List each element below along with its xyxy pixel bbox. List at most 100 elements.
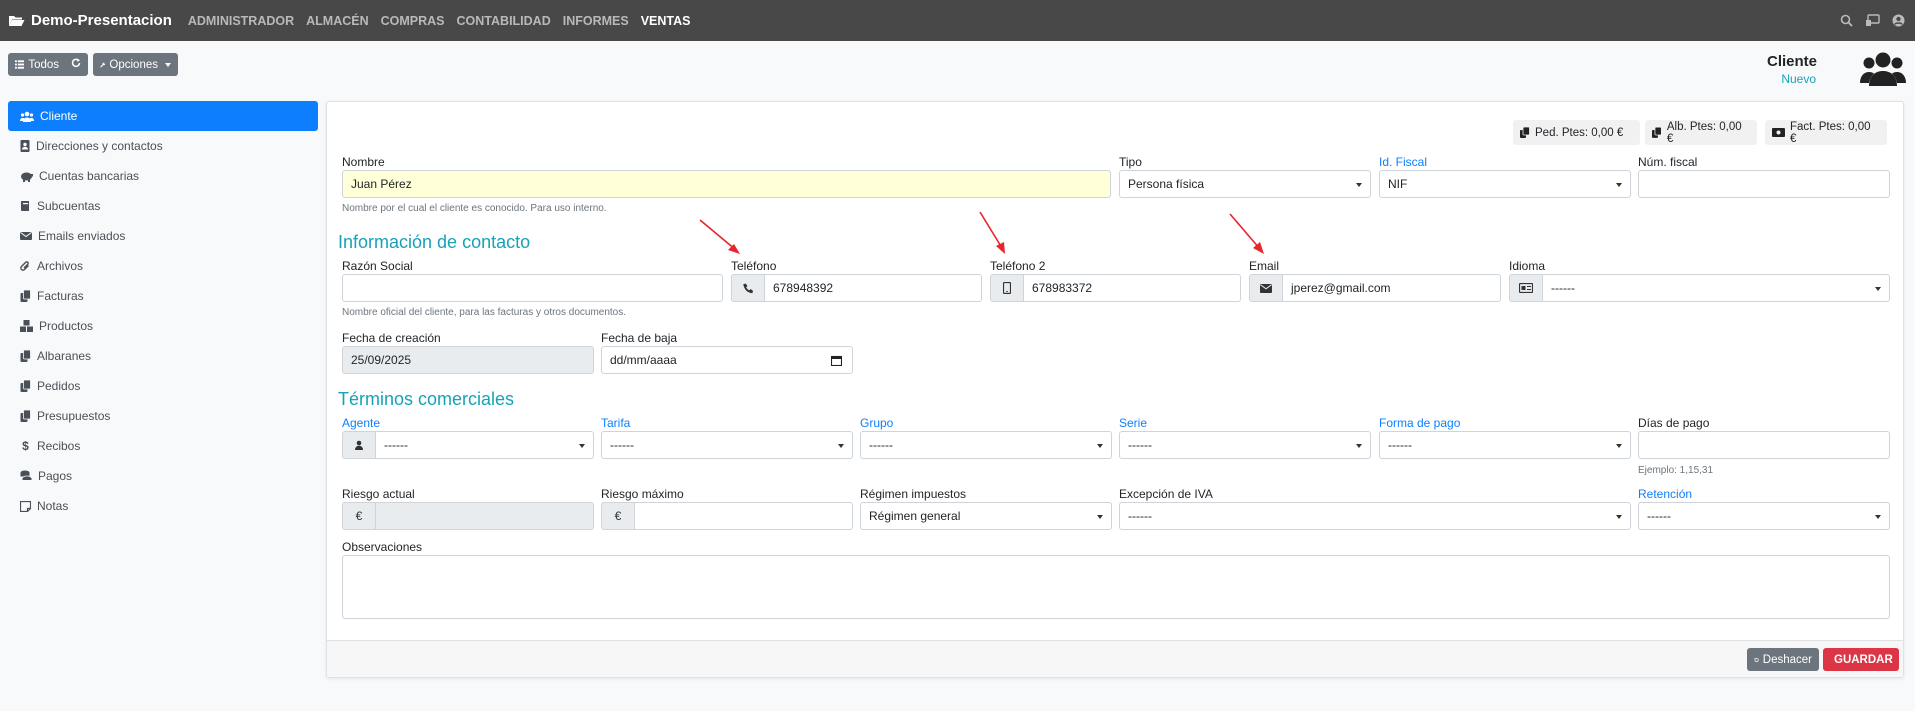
sidebar-item-direcciones[interactable]: Direcciones y contactos — [8, 131, 318, 161]
user-circle-icon[interactable] — [1892, 14, 1905, 27]
sidebar-item-productos[interactable]: Productos — [8, 311, 318, 341]
envelope-icon — [20, 232, 32, 240]
retencion-select[interactable]: ------ — [1638, 502, 1890, 530]
pending-delivery-notes-badge[interactable]: Alb. Ptes: 0,00 € — [1645, 120, 1757, 145]
fecha-baja-label: Fecha de baja — [601, 331, 678, 345]
agente-label[interactable]: Agente — [342, 416, 380, 430]
nav-item-administrador[interactable]: ADMINISTRADOR — [188, 14, 294, 28]
serie-label[interactable]: Serie — [1119, 416, 1147, 430]
remote-icon[interactable] — [1865, 14, 1880, 27]
dias-pago-input[interactable] — [1638, 431, 1890, 459]
excepcion-iva-label: Excepción de IVA — [1119, 487, 1213, 501]
nav-item-ventas[interactable]: VENTAS — [641, 14, 691, 28]
copy-icon — [20, 290, 31, 302]
pending-orders-badge[interactable]: Ped. Ptes: 0,00 € — [1513, 120, 1640, 145]
sidebar-item-label: Presupuestos — [37, 409, 111, 423]
sidebar-item-notas[interactable]: Notas — [8, 491, 318, 521]
riesgo-maximo-input[interactable] — [635, 502, 853, 530]
riesgo-maximo-label: Riesgo máximo — [601, 487, 684, 501]
observaciones-textarea[interactable] — [342, 555, 1890, 619]
pending-invoices-badge[interactable]: Fact. Ptes: 0,00 € — [1765, 120, 1887, 145]
sidebar-item-emails-enviados[interactable]: Emails enviados — [8, 221, 318, 251]
riesgo-actual-label: Riesgo actual — [342, 487, 415, 501]
annotation-arrow — [699, 219, 740, 254]
telefono-input[interactable]: 678948392 — [765, 274, 982, 302]
nav-item-compras[interactable]: COMPRAS — [381, 14, 445, 28]
save-button[interactable]: GUARDAR — [1823, 648, 1899, 671]
sidebar-item-subcuentas[interactable]: Subcuentas — [8, 191, 318, 221]
all-records-button[interactable]: Todos — [8, 53, 88, 76]
money-bill-icon — [1772, 128, 1785, 137]
copy-icon — [1520, 127, 1530, 138]
agente-select[interactable]: ------ — [376, 431, 594, 459]
sidebar-item-label: Productos — [39, 319, 94, 333]
cubes-icon — [20, 320, 33, 332]
num-fiscal-input[interactable] — [1638, 170, 1890, 198]
save-label: GUARDAR — [1834, 653, 1893, 666]
sidebar-item-presupuestos[interactable]: Presupuestos — [8, 401, 318, 431]
id-fiscal-label[interactable]: Id. Fiscal — [1379, 155, 1427, 169]
dias-pago-label: Días de pago — [1638, 416, 1710, 430]
page-subtitle: Nuevo — [1781, 72, 1816, 86]
regimen-select[interactable]: Régimen general — [860, 502, 1112, 530]
nav-icons — [1840, 0, 1905, 41]
annotation-arrow — [979, 211, 1005, 254]
sidebar-item-pagos[interactable]: Pagos — [8, 461, 318, 491]
sidebar-item-archivos[interactable]: Archivos — [8, 251, 318, 281]
idioma-label: Idioma — [1509, 259, 1546, 273]
nombre-input[interactable]: Juan Pérez — [342, 170, 1111, 198]
copy-icon — [20, 380, 31, 392]
caret-down-icon — [165, 62, 171, 67]
sidebar-item-pedidos[interactable]: Pedidos — [8, 371, 318, 401]
pending-delivery-notes-text: Alb. Ptes: 0,00 € — [1666, 120, 1742, 145]
sidebar-item-albaranes[interactable]: Albaranes — [8, 341, 318, 371]
app-brand[interactable]: Demo-Presentacion — [8, 12, 172, 29]
forma-pago-label[interactable]: Forma de pago — [1379, 416, 1460, 430]
euro-addon: € — [601, 502, 635, 530]
sidebar-item-cuentas-bancarias[interactable]: Cuentas bancarias — [8, 161, 318, 191]
sidebar-item-facturas[interactable]: Facturas — [8, 281, 318, 311]
sidebar-item-label: Direcciones y contactos — [36, 139, 163, 153]
telefono2-input[interactable]: 678983372 — [1024, 274, 1241, 302]
options-label: Opciones — [109, 58, 158, 71]
paperclip-icon — [20, 261, 29, 271]
copy-icon — [1652, 127, 1662, 138]
sticky-note-icon — [20, 500, 31, 512]
tarifa-select[interactable]: ------ — [601, 431, 853, 459]
email-input[interactable]: jperez@gmail.com — [1283, 274, 1501, 302]
phone-icon — [731, 274, 765, 302]
sidebar-item-recibos[interactable]: $ Recibos — [8, 431, 318, 461]
nav-item-informes[interactable]: INFORMES — [563, 14, 629, 28]
envelope-icon — [1249, 274, 1283, 302]
options-button[interactable]: Opciones — [93, 53, 178, 76]
razon-social-input[interactable] — [342, 274, 723, 302]
nombre-label: Nombre — [342, 155, 385, 169]
retencion-label[interactable]: Retención — [1638, 487, 1692, 501]
tarifa-label[interactable]: Tarifa — [601, 416, 630, 430]
grupo-label[interactable]: Grupo — [860, 416, 893, 430]
euro-addon: € — [342, 502, 376, 530]
sidebar: Cliente Direcciones y contactos Cuentas … — [8, 101, 318, 521]
serie-select[interactable]: ------ — [1119, 431, 1371, 459]
nav-item-contabilidad[interactable]: CONTABILIDAD — [457, 14, 551, 28]
forma-pago-select[interactable]: ------ — [1379, 431, 1631, 459]
fecha-creacion-label: Fecha de creación — [342, 331, 441, 345]
address-book-icon — [20, 140, 30, 152]
razon-social-label: Razón Social — [342, 259, 413, 273]
calendar-icon[interactable] — [830, 355, 843, 369]
search-icon[interactable] — [1840, 14, 1853, 27]
undo-button[interactable]: Deshacer — [1747, 648, 1819, 671]
regimen-label: Régimen impuestos — [860, 487, 967, 501]
email-label: Email — [1249, 259, 1280, 273]
idioma-select[interactable]: ------ — [1543, 274, 1890, 302]
grupo-select[interactable]: ------ — [860, 431, 1112, 459]
observaciones-label: Observaciones — [342, 540, 423, 554]
id-fiscal-select[interactable]: NIF — [1379, 170, 1631, 198]
sidebar-item-cliente[interactable]: Cliente — [8, 101, 318, 131]
tipo-select[interactable]: Persona física — [1119, 170, 1371, 198]
refresh-icon[interactable] — [71, 58, 81, 71]
fecha-baja-input[interactable]: dd/mm/aaaa — [601, 346, 853, 374]
annotation-arrow — [1229, 213, 1264, 254]
excepcion-iva-select[interactable]: ------ — [1119, 502, 1631, 530]
nav-item-almacen[interactable]: ALMACÉN — [306, 14, 369, 28]
